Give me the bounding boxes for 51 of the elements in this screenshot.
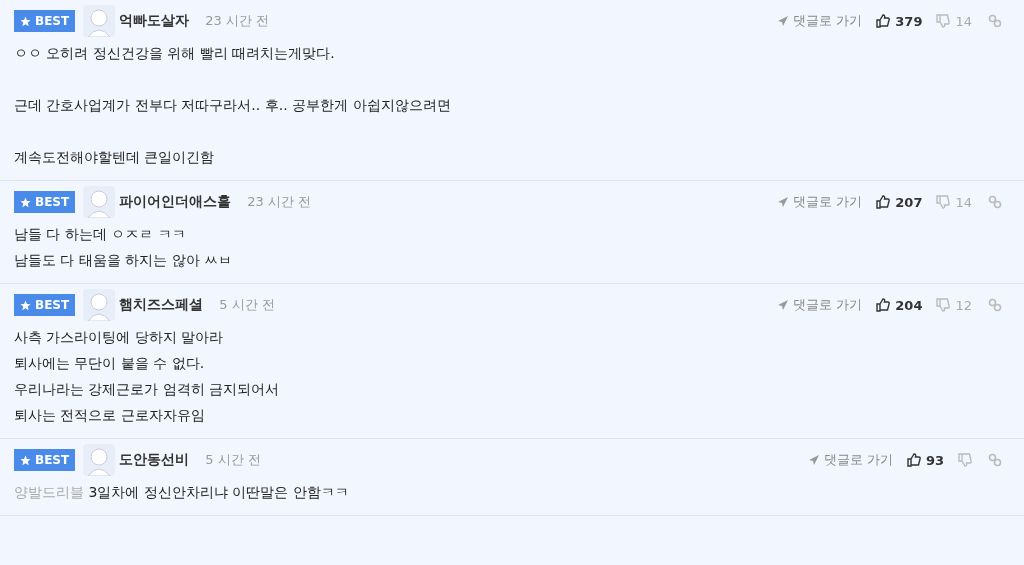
author-name[interactable]: 햄치즈스페셜 <box>119 296 204 314</box>
comment-text: 퇴사에는 무단이 붙을 수 없다. <box>14 354 206 373</box>
comment-text: 남들 다 하는데 ㅇㅈㄹ ㅋㅋ <box>14 225 187 244</box>
avatar-icon <box>83 444 116 476</box>
like-button[interactable]: 204 <box>876 297 923 313</box>
avatar-icon <box>83 5 116 37</box>
thumbs-down-icon <box>936 14 951 28</box>
comment-time: 23 시간 전 <box>205 12 269 30</box>
send-icon <box>777 196 790 208</box>
thumbs-down-icon <box>936 298 951 312</box>
link-icon[interactable] <box>988 453 1002 467</box>
send-icon <box>777 15 790 27</box>
star-icon <box>20 454 31 466</box>
comment-time: 23 시간 전 <box>247 193 311 211</box>
thumbs-up-icon <box>876 298 891 312</box>
comment-text: 퇴사는 전적으로 근로자자유임 <box>14 406 206 425</box>
send-icon <box>807 454 820 466</box>
author-name[interactable]: 파이어인더애스홀 <box>119 193 232 211</box>
link-icon[interactable] <box>988 195 1002 209</box>
best-badge: BEST <box>14 294 76 316</box>
star-icon <box>20 15 31 27</box>
comment-time: 5 시간 전 <box>219 296 275 314</box>
link-icon[interactable] <box>988 298 1002 312</box>
best-badge: BEST <box>14 10 76 32</box>
send-icon <box>777 299 790 311</box>
avatar-icon <box>83 186 116 218</box>
like-button[interactable]: 207 <box>876 194 923 210</box>
author-name[interactable]: 억빠도살자 <box>119 12 190 30</box>
like-button[interactable]: 93 <box>906 452 944 468</box>
comment-text: 남들도 다 태움을 하지는 않아 ㅆㅂ <box>14 251 234 270</box>
best-badge: BEST <box>14 191 76 213</box>
comment-text: 계속도전해야할텐데 큰일이긴함 <box>14 148 216 167</box>
avatar-icon <box>83 289 116 321</box>
thumbs-down-icon <box>958 453 972 467</box>
thumbs-down-icon <box>936 195 951 209</box>
thumbs-up-icon <box>906 453 921 467</box>
best-badge: BEST <box>14 449 76 471</box>
star-icon <box>20 299 31 311</box>
comment-time: 5 시간 전 <box>205 451 261 469</box>
comment-text: 우리나라는 강제근로가 엄격히 금지되어서 <box>14 380 281 399</box>
author-name[interactable]: 도안동선비 <box>119 451 190 469</box>
comment-text: 양발드리블 3일차에 정신안차리냐 이딴말은 안함ㅋㅋ <box>14 483 350 502</box>
dislike-button[interactable] <box>958 453 972 467</box>
thumbs-up-icon <box>876 195 891 209</box>
link-icon[interactable] <box>988 14 1002 28</box>
star-icon <box>20 196 31 208</box>
comment-text: 사측 가스라이팅에 당하지 말아라 <box>14 328 225 347</box>
thumbs-up-icon <box>876 14 891 28</box>
like-button[interactable]: 379 <box>876 13 923 29</box>
comment-text: ㅇㅇ 오히려 정신건강을 위해 빨리 때려치는게맞다. <box>14 44 336 63</box>
comment-text: 근데 간호사업계가 전부다 저따구라서.. 후.. 공부한게 아쉽지않으려면 <box>14 96 452 115</box>
